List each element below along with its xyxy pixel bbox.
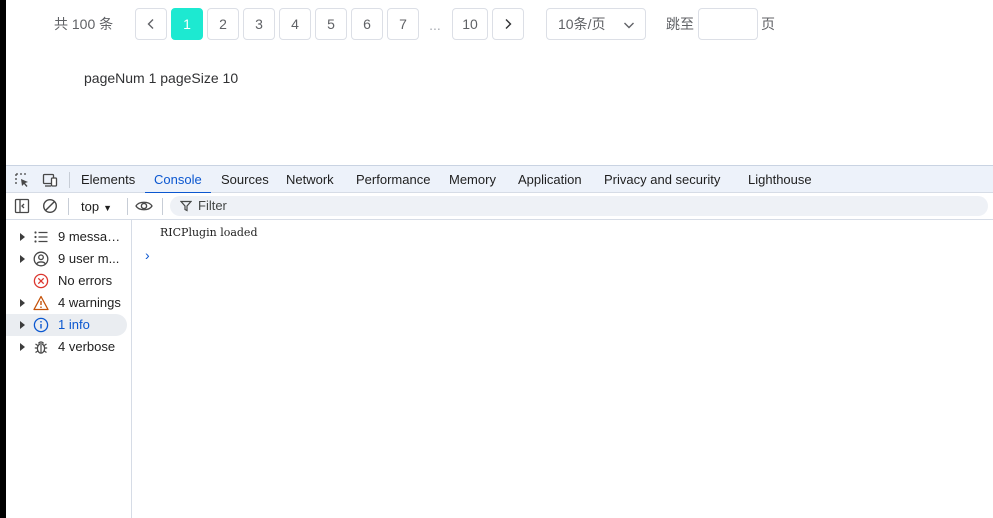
expand-arrow-icon[interactable] bbox=[20, 321, 25, 329]
tab-memory[interactable]: Memory bbox=[449, 166, 496, 193]
expand-arrow-icon[interactable] bbox=[20, 255, 25, 263]
sidebar-item-label: 9 messag... bbox=[58, 229, 124, 244]
expand-arrow-icon[interactable] bbox=[20, 299, 25, 307]
sidebar-toggle-icon[interactable] bbox=[14, 198, 30, 214]
expand-arrow-icon[interactable] bbox=[20, 343, 25, 351]
sidebar-item-errors[interactable]: No errors bbox=[6, 270, 127, 292]
chevron-down-icon bbox=[624, 22, 634, 29]
inspect-element-icon[interactable] bbox=[14, 172, 30, 188]
expand-arrow-icon[interactable] bbox=[20, 233, 25, 241]
jump-label: 跳至 bbox=[666, 16, 694, 32]
page-button-2[interactable]: 2 bbox=[207, 8, 239, 40]
device-toolbar-icon[interactable] bbox=[42, 172, 58, 188]
filter-input[interactable]: Filter bbox=[170, 196, 988, 216]
user-icon bbox=[33, 251, 49, 267]
sidebar-item-warnings[interactable]: 4 warnings bbox=[6, 292, 127, 314]
chevron-left-icon bbox=[147, 19, 154, 29]
page-button-3[interactable]: 3 bbox=[243, 8, 275, 40]
jump-page-input[interactable] bbox=[698, 8, 758, 40]
sidebar-item-info[interactable]: 1 info bbox=[6, 314, 127, 336]
chevron-right-icon bbox=[505, 19, 512, 29]
sidebar-item-label: 9 user m... bbox=[58, 251, 120, 266]
tab-sources[interactable]: Sources bbox=[221, 166, 269, 193]
toolbar-separator bbox=[127, 198, 128, 215]
filter-placeholder: Filter bbox=[198, 198, 227, 213]
page-info-text: pageNum 1 pageSize 10 bbox=[84, 70, 239, 86]
sidebar-item-label: 4 warnings bbox=[58, 295, 121, 310]
console-prompt[interactable]: › bbox=[145, 247, 150, 263]
eye-icon[interactable] bbox=[135, 198, 153, 214]
devtools-tabbar: Elements Console Sources Network Perform… bbox=[6, 165, 993, 194]
context-value: top bbox=[81, 199, 100, 214]
tab-lighthouse[interactable]: Lighthouse bbox=[748, 166, 812, 193]
tab-privacy-security[interactable]: Privacy and security bbox=[604, 166, 720, 193]
context-selector[interactable]: top ▼ bbox=[81, 193, 112, 219]
sidebar-item-label: No errors bbox=[58, 273, 113, 288]
console-sidebar: 9 messag... 9 user m... No errors 4 warn… bbox=[6, 220, 132, 518]
warning-icon bbox=[33, 295, 49, 311]
list-icon bbox=[34, 231, 48, 243]
tab-network[interactable]: Network bbox=[286, 166, 334, 193]
page-size-value: 10条/页 bbox=[558, 16, 606, 32]
tabbar-separator bbox=[69, 172, 70, 188]
page-ellipsis[interactable]: ... bbox=[421, 8, 449, 40]
info-icon bbox=[33, 317, 49, 333]
context-dropdown-icon: ▼ bbox=[103, 203, 112, 213]
devtools-panel: Elements Console Sources Network Perform… bbox=[6, 165, 993, 518]
sidebar-item-label: 4 verbose bbox=[58, 339, 116, 354]
sidebar-item-messages[interactable]: 9 messag... bbox=[6, 226, 127, 248]
jump-suffix: 页 bbox=[761, 16, 775, 32]
console-message: RICPlugin loaded bbox=[160, 226, 258, 239]
console-toolbar: top ▼ Filter bbox=[6, 193, 993, 220]
page-size-select[interactable]: 10条/页 bbox=[546, 8, 646, 40]
page-button-4[interactable]: 4 bbox=[279, 8, 311, 40]
pagination: 共 100 条 1 2 3 4 5 6 7 ... 10 10条/页 跳至 页 bbox=[6, 8, 993, 40]
next-page-button[interactable] bbox=[492, 8, 524, 40]
toolbar-separator bbox=[68, 198, 69, 215]
page-button-10[interactable]: 10 bbox=[452, 8, 488, 40]
page-button-6[interactable]: 6 bbox=[351, 8, 383, 40]
tab-console[interactable]: Console bbox=[145, 166, 211, 194]
filter-icon bbox=[180, 200, 192, 212]
page-button-5[interactable]: 5 bbox=[315, 8, 347, 40]
clear-console-icon[interactable] bbox=[42, 198, 58, 214]
web-page: 共 100 条 1 2 3 4 5 6 7 ... 10 10条/页 跳至 页 … bbox=[6, 0, 993, 165]
total-count: 共 100 条 bbox=[54, 16, 114, 32]
sidebar-item-verbose[interactable]: 4 verbose bbox=[6, 336, 127, 358]
page-button-1[interactable]: 1 bbox=[171, 8, 203, 40]
tab-performance[interactable]: Performance bbox=[356, 166, 430, 193]
page-button-7[interactable]: 7 bbox=[387, 8, 419, 40]
tab-application[interactable]: Application bbox=[518, 166, 582, 193]
console-output: RICPlugin loaded › bbox=[133, 220, 993, 518]
sidebar-item-user-messages[interactable]: 9 user m... bbox=[6, 248, 127, 270]
sidebar-item-label: 1 info bbox=[58, 317, 90, 332]
prev-page-button[interactable] bbox=[135, 8, 167, 40]
tab-elements[interactable]: Elements bbox=[81, 166, 135, 193]
toolbar-separator bbox=[162, 198, 163, 215]
error-icon bbox=[33, 273, 49, 289]
bug-icon bbox=[34, 341, 48, 354]
